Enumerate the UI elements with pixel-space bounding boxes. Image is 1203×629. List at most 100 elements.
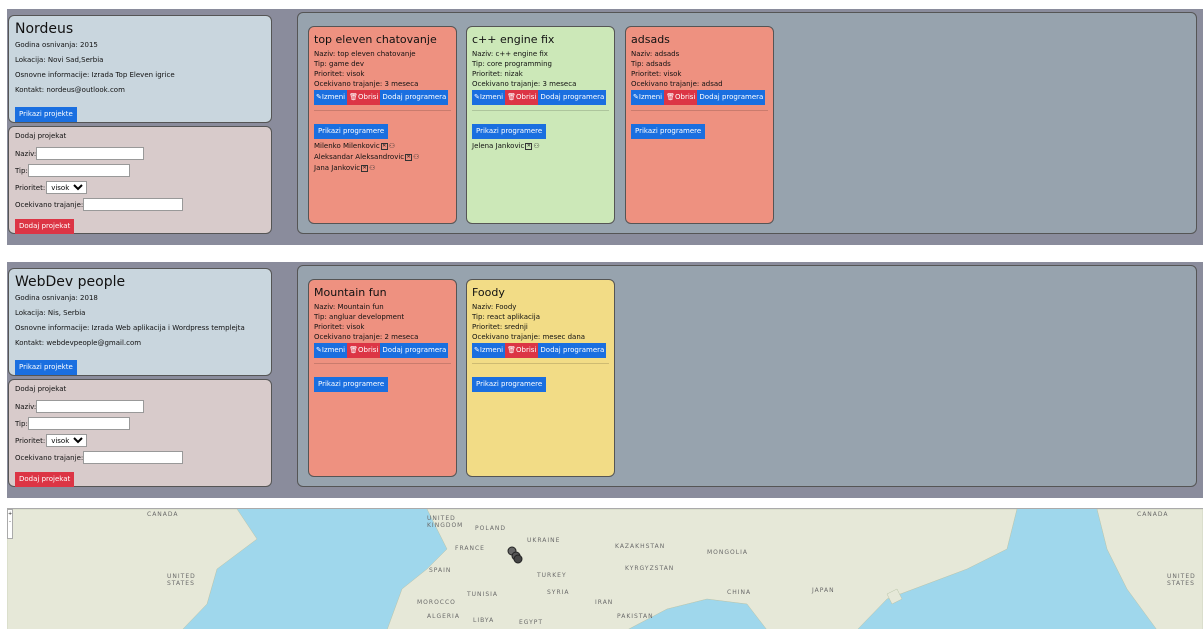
add-programmer-button[interactable]: Dodaj programera [538,343,607,358]
edit-project-button[interactable]: ✎Izmeni [472,343,506,358]
priority-label: Prioritet: [15,183,46,192]
map-label: UKRAINE [527,537,561,544]
project-title: c++ engine fix [472,33,555,46]
project-naziv: Naziv: c++ engine fix [472,50,548,58]
delete-project-button[interactable]: 🗑Obrisi [347,343,381,358]
priority-select[interactable]: visok [46,434,88,447]
add-project-form: Dodaj projekat Naziv: Tip: Prioritet: vis… [8,126,272,234]
delete-project-button[interactable]: 🗑Obrisi [505,90,539,105]
trash-icon: 🗑 [349,93,359,101]
show-programmers-button[interactable]: Prikazi programere [631,124,706,139]
map-label: CANADA [1137,511,1169,518]
map-label: UNITED KINGDOM [427,515,464,529]
add-programmer-button[interactable]: Dodaj programera [697,90,766,105]
divider [472,110,609,111]
delete-project-button[interactable]: 🗑Obrisi [505,343,539,358]
company-info: Osnovne informacije: Izrada Top Eleven i… [15,71,175,79]
zoom-control[interactable]: + - [7,509,13,539]
project-title: Mountain fun [314,286,387,299]
project-title: top eleven chatovanje [314,33,437,46]
map-label: JAPAN [812,587,835,594]
delete-project-button[interactable]: 🗑Obrisi [664,90,698,105]
project-card: adsads Naziv: adsads Tip: adsads Priorit… [625,26,774,224]
divider [314,363,451,364]
person-icon[interactable]: ⚇ [389,142,395,150]
company-contact: Kontakt: webdevpeople@gmail.com [15,339,142,347]
projects-area: Mountain fun Naziv: Mountain fun Tip: an… [297,265,1197,487]
show-projects-button[interactable]: Prikazi projekte [15,107,77,122]
project-trajanje: Ocekivano trajanje: 3 meseca [314,80,419,88]
project-tip: Tip: react aplikacija [472,313,541,321]
duration-label: Ocekivano trajanje: [15,453,84,462]
show-programmers-button[interactable]: Prikazi programere [472,377,547,392]
map-label: SYRIA [547,589,570,596]
map-label: POLAND [475,525,507,532]
type-label: Tip: [15,166,28,175]
remove-icon[interactable]: ✕ [525,142,533,150]
project-tip: Tip: angluar development [314,313,405,321]
map-label: KAZAKHSTAN [615,543,666,550]
project-card: Mountain fun Naziv: Mountain fun Tip: an… [308,279,457,477]
add-programmer-button[interactable]: Dodaj programera [538,90,607,105]
map-label: CANADA [147,511,179,518]
project-type-input[interactable] [27,417,130,430]
map-label: UNITED STATES [1167,573,1196,587]
programmer-item: Milenko Milenkovic ✕ ⚇ [314,142,395,150]
name-label: Naziv: [15,402,37,411]
trash-icon: 🗑 [666,93,676,101]
project-trajanje: Ocekivano trajanje: 3 meseca [472,80,577,88]
delete-project-button[interactable]: 🗑Obrisi [347,90,381,105]
remove-icon[interactable]: ✕ [361,164,369,172]
project-prioritet: Prioritet: srednji [472,323,528,331]
edit-project-button[interactable]: ✎Izmeni [631,90,665,105]
person-icon[interactable]: ⚇ [369,164,375,172]
map-label: IRAN [595,599,614,606]
map-label: LIBYA [473,617,495,624]
programmer-item: Jelena Jankovic ✕ ⚇ [472,142,540,150]
world-map[interactable]: + - CANADA UNITED KINGDOM POLAND UKRAINE… [7,508,1203,629]
remove-icon[interactable]: ✕ [380,142,388,150]
edit-project-button[interactable]: ✎Izmeni [314,90,348,105]
divider [472,363,609,364]
duration-input[interactable] [83,451,184,464]
project-name-input[interactable] [36,147,145,160]
zoom-out-button[interactable]: - [8,518,12,526]
duration-label: Ocekivano trajanje: [15,200,84,209]
priority-select[interactable]: visok [46,181,88,194]
add-programmer-button[interactable]: Dodaj programera [380,90,449,105]
project-prioritet: Prioritet: visok [314,70,365,78]
show-programmers-button[interactable]: Prikazi programere [472,124,547,139]
project-card: Foody Naziv: Foody Tip: react aplikacija… [466,279,615,477]
add-project-button[interactable]: Dodaj projekat [15,219,75,234]
map-label: CHINA [727,589,752,596]
map-label: SPAIN [429,567,452,574]
edit-project-button[interactable]: ✎Izmeni [472,90,506,105]
project-name-input[interactable] [36,400,145,413]
trash-icon: 🗑 [507,346,517,354]
company-info-card: Nordeus Godina osnivanja: 2015 Lokacija:… [8,15,272,123]
person-icon[interactable]: ⚇ [413,153,419,161]
company-info: Osnovne informacije: Izrada Web aplikaci… [15,324,245,332]
map-label: FRANCE [455,545,485,552]
add-project-button[interactable]: Dodaj projekat [15,472,75,487]
project-prioritet: Prioritet: visok [631,70,682,78]
person-icon[interactable]: ⚇ [533,142,539,150]
show-programmers-button[interactable]: Prikazi programere [314,377,389,392]
projects-area: top eleven chatovanje Naziv: top eleven … [297,12,1197,234]
add-programmer-button[interactable]: Dodaj programera [380,343,449,358]
show-projects-button[interactable]: Prikazi projekte [15,360,77,375]
zoom-in-button[interactable]: + [8,510,12,518]
project-trajanje: Ocekivano trajanje: adsad [631,80,723,88]
map-label: MOROCCO [417,599,456,606]
company-location: Lokacija: Novi Sad,Serbia [15,56,104,64]
edit-project-button[interactable]: ✎Izmeni [314,343,348,358]
map-land [7,509,1203,629]
project-tip: Tip: core programming [472,60,552,68]
project-type-input[interactable] [27,164,130,177]
project-naziv: Naziv: adsads [631,50,680,58]
remove-icon[interactable]: ✕ [405,153,413,161]
priority-label: Prioritet: [15,436,46,445]
show-programmers-button[interactable]: Prikazi programere [314,124,389,139]
duration-input[interactable] [83,198,184,211]
map-label: MONGOLIA [707,549,748,556]
